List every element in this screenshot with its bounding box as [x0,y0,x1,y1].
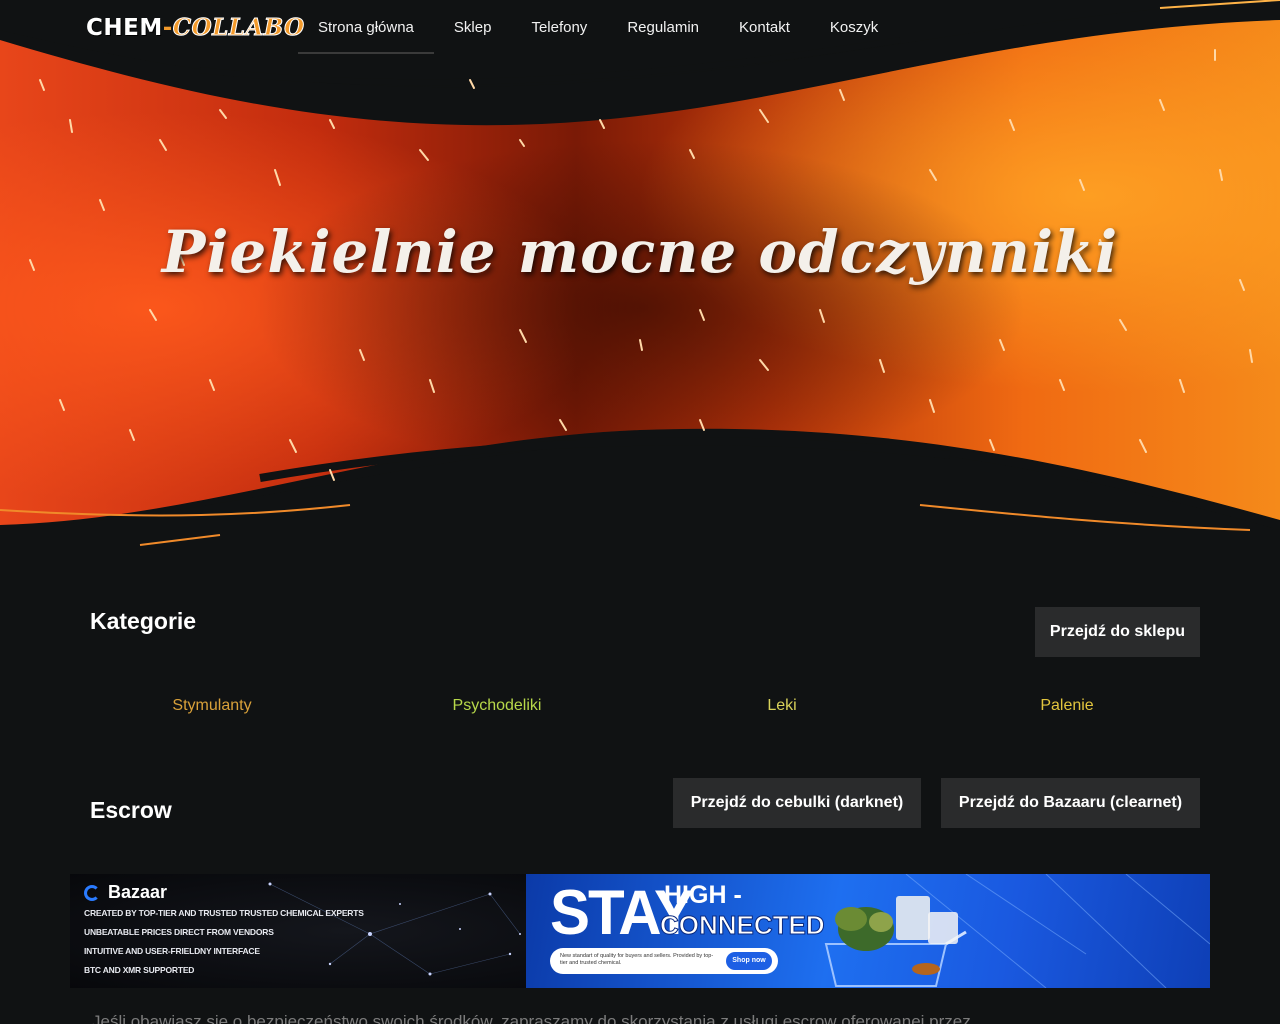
categories-heading: Kategorie [90,608,197,634]
menu-item-phones[interactable]: Telefony [511,0,607,54]
banner-high-text: HIGH - [664,881,742,909]
bazaar-ad-banner[interactable]: Bazaar CREATED BY TOP-TIER AND TRUSTED T… [70,874,1210,988]
bazaar-brand-text: Bazaar [108,882,168,902]
banner-pill: New standart of quality for buyers and s… [550,948,778,974]
category-psychedelics[interactable]: Psychodeliki [397,697,597,715]
menu-item-shop[interactable]: Sklep [434,0,512,54]
logo-text-collabo: COLLABO [172,14,305,42]
escrow-description: Jeśli obawiasz się o bezpieczeństwo swoi… [92,1012,971,1024]
bazaar-logo: Bazaar [84,882,167,903]
banner-pill-text: New standart of quality for buyers and s… [560,953,714,966]
shopping-cart-icon [824,896,967,987]
banner-feature-line: UNBEATABLE PRICES DIRECT FROM VENDORS [84,927,274,937]
banner-left-panel: Bazaar CREATED BY TOP-TIER AND TRUSTED T… [70,874,530,988]
darknet-escrow-button[interactable]: Przejdź do cebulki (darknet) [673,778,921,828]
banner-connected-text: CONNECTED [660,910,826,941]
go-to-shop-button[interactable]: Przejdź do sklepu [1035,607,1200,657]
hero-title: Piekielnie mocne odczynniki [161,218,1119,286]
banner-feature-line: BTC AND XMR SUPPORTED [84,965,195,975]
banner-shop-now-button[interactable]: Shop now [726,952,772,970]
category-stimulants[interactable]: Stymulanty [112,697,312,715]
clearnet-escrow-button[interactable]: Przejdź do Bazaaru (clearnet) [941,778,1200,828]
escrow-heading: Escrow [90,797,172,823]
menu-item-cart[interactable]: Koszyk [810,0,898,54]
banner-feature-line: INTUITIVE AND USER-FRIELDNY INTERFACE [84,946,260,956]
bazaar-ring-icon [84,884,100,901]
logo-text-dash: - [162,15,173,41]
banner-feature-line: CREATED BY TOP-TIER AND TRUSTED TRUSTED … [84,908,364,918]
top-navigation: CHEM-COLLABO Strona główna Sklep Telefon… [0,0,1280,56]
menu-item-home[interactable]: Strona główna [298,0,434,54]
site-logo[interactable]: CHEM-COLLABO [86,12,305,44]
category-medicines[interactable]: Leki [682,697,882,715]
logo-text-chem: CHEM [86,15,163,41]
menu-item-contact[interactable]: Kontakt [719,0,810,54]
banner-right-panel: STAY HIGH - CONNECTED New standart of qu… [526,874,1210,988]
main-menu: Strona główna Sklep Telefony Regulamin K… [298,0,898,54]
category-smoking[interactable]: Palenie [967,697,1167,715]
hero-banner: Piekielnie mocne odczynniki [0,0,1280,560]
menu-item-terms[interactable]: Regulamin [607,0,719,54]
